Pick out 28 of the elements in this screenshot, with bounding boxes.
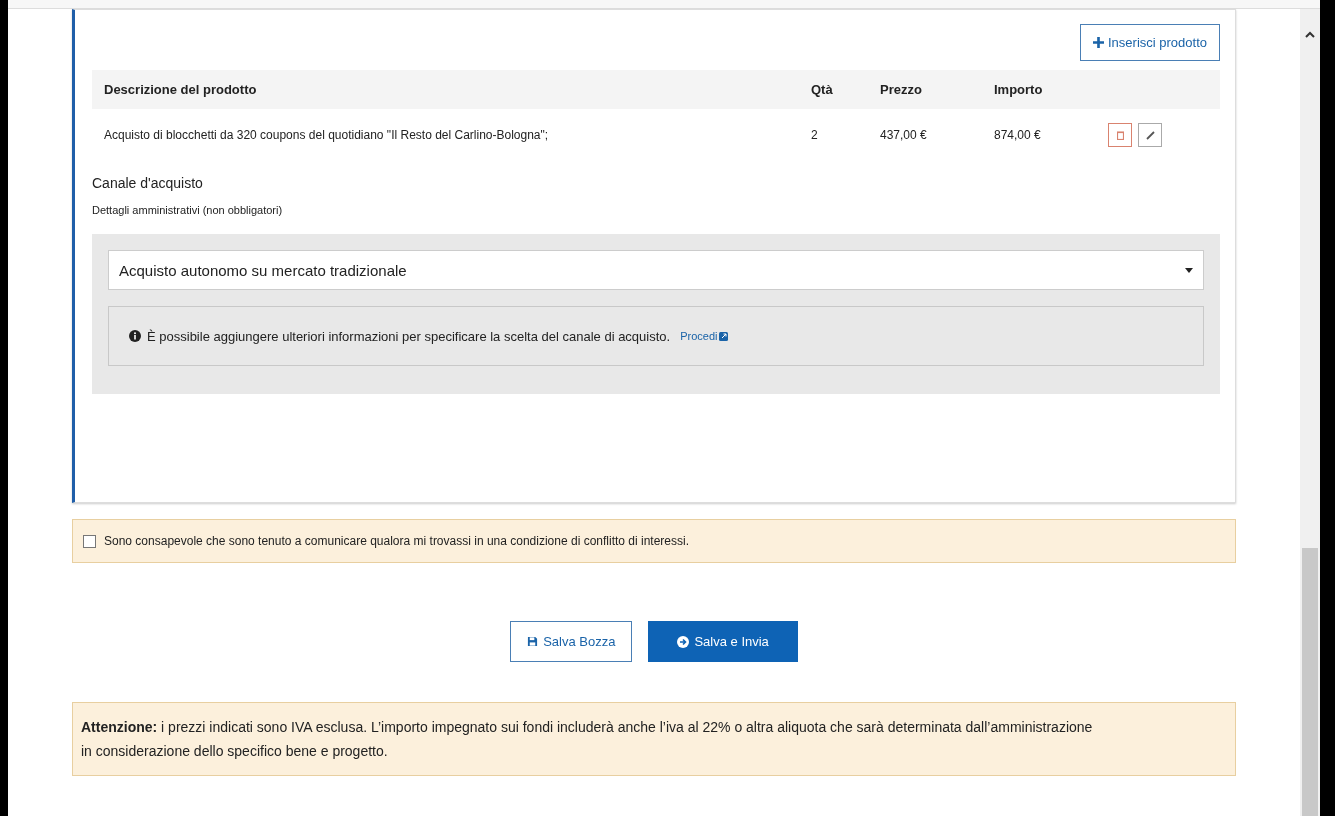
caret-icon bbox=[1185, 267, 1193, 273]
section-title: Canale d'acquisto bbox=[92, 175, 204, 191]
info-text: È possibile aggiungere ulteriori informazioni per specificare la scelta del canale di acquisto. bbox=[147, 328, 671, 344]
pencil-icon bbox=[1145, 130, 1155, 140]
arrow-circle-icon bbox=[677, 635, 690, 648]
external-link-icon bbox=[719, 331, 729, 341]
delete-button[interactable] bbox=[1108, 123, 1132, 147]
column-header: Qtà bbox=[799, 70, 868, 109]
consent-label: Sono consapevole che sono tenuto a comunicare qualora mi trovassi in una condizione di conflitto di interessi. bbox=[104, 534, 689, 548]
save-draft-button[interactable]: Salva Bozza bbox=[510, 621, 633, 662]
plus-icon bbox=[1093, 37, 1104, 48]
edit-button[interactable] bbox=[1138, 123, 1162, 147]
insert-product-button[interactable]: Inserisci prodotto bbox=[1080, 24, 1220, 61]
checkbox[interactable] bbox=[83, 534, 96, 548]
trash-icon bbox=[1116, 130, 1124, 140]
column-header: Importo bbox=[982, 70, 1096, 109]
channel-select[interactable]: Acquisto autonomo su mercato tradizionale bbox=[108, 250, 1204, 290]
notice-text: Attenzione: i prezzi indicati sono IVA esclusa. L’importo impegnato sui fondi includerà anche l’iva al 22% o altra aliquota che sarà determinata dall’amministrazione in considerazione dello specifico bene e progetto. bbox=[72, 702, 1236, 776]
column-header: Prezzo bbox=[868, 70, 982, 109]
proceed-link[interactable]: Procedi bbox=[680, 330, 729, 342]
table-cell: 2 bbox=[799, 109, 868, 161]
table-cell: Acquisto di blocchetti da 320 coupons del quotidiano "Il Resto del Carlino-Bologna"; bbox=[92, 109, 799, 161]
table-cell: 874,00 € bbox=[982, 109, 1096, 161]
table-cell: 437,00 € bbox=[868, 109, 982, 161]
column-header: Descrizione del prodotto bbox=[92, 70, 799, 109]
info-icon bbox=[129, 330, 141, 342]
save-send-button[interactable]: Salva e Invia bbox=[648, 621, 798, 662]
section-subtitle: Dettagli amministrativi (non obbligatori) bbox=[92, 204, 284, 216]
